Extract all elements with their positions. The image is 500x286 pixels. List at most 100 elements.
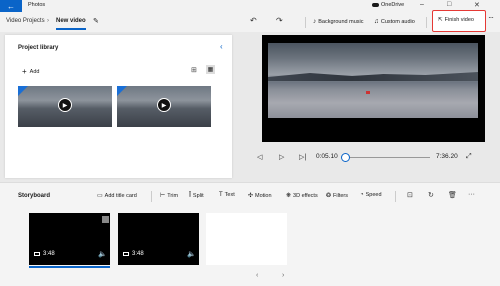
preview-landscape [268,72,478,81]
redo-icon[interactable]: ↷ [276,16,283,25]
clip-duration: 3:48 [123,251,144,257]
play-icon[interactable]: ▷ [279,153,284,161]
project-library-title: Project library [18,45,59,51]
scroll-right-icon[interactable]: › [282,272,284,279]
storyboard-title: Storyboard [18,193,51,199]
toolbar-divider [305,17,306,28]
text-icon: T [219,192,223,198]
breadcrumb-active-indicator [56,28,86,30]
previous-frame-icon[interactable]: ◁ [257,153,262,161]
export-icon: ⇱ [438,17,443,23]
split-button[interactable]: ⫿ Split [189,192,204,199]
video-thumbnail: ▶ [18,86,112,127]
delete-icon[interactable]: 🗑 [448,191,457,199]
title-card-icon: ▭ [97,193,103,199]
trim-label: Trim [167,192,179,199]
speed-icon: ◔ [360,192,364,198]
cloud-icon [372,3,379,7]
finish-video-button[interactable]: ⇱ Finish video [432,10,486,32]
clip-select-checkbox[interactable] [102,216,109,223]
clip-selected-indicator [29,266,110,268]
seek-handle[interactable] [341,153,351,162]
motion-button[interactable]: ✣ Motion [248,192,272,200]
more-options-icon[interactable]: ··· [488,13,494,22]
add-title-card-button[interactable]: ▭ Add title card [97,192,137,200]
next-frame-icon[interactable]: ▷| [299,153,306,161]
split-icon: ⫿ [189,192,191,198]
grid-view-icon[interactable]: ⊞ [191,66,197,74]
clip-duration: 3:48 [34,251,55,257]
toolbar-divider [426,17,427,28]
preview-boat [366,91,370,94]
speed-button[interactable]: ◔ Speed [360,192,382,198]
library-media-item[interactable]: ▶ [117,86,211,127]
storyboard-clip[interactable]: 3:48 🔈 [29,213,110,265]
filters-icon: ❂ [326,193,332,199]
motion-label: Motion [255,192,272,199]
trim-button[interactable]: ⊢ Trim [160,192,179,200]
breadcrumb-video-projects[interactable]: Video Projects [6,18,45,24]
background-music-button[interactable]: ♪ Background music [313,18,364,25]
current-time: 0:05.10 [316,153,338,160]
large-thumbnail-view-icon[interactable]: ▦ [206,65,215,74]
3d-effects-label: 3D effects [293,192,318,199]
storyboard-clip[interactable]: 3:48 🔈 [118,213,199,265]
scroll-left-icon[interactable]: ‹ [256,272,258,279]
back-button[interactable]: ← [0,0,22,12]
seek-bar[interactable] [345,157,430,158]
rotate-icon[interactable]: ↻ [428,191,434,199]
text-button[interactable]: T Text [219,192,235,198]
app-title: Photos [28,2,46,8]
library-media-item[interactable]: ▶ [18,86,112,127]
in-use-marker [18,86,28,96]
filters-button[interactable]: ❂ Filters [326,192,349,200]
video-thumbnail: ▶ [117,86,211,127]
motion-icon: ✣ [248,193,254,199]
more-options-icon[interactable]: ··· [468,191,475,198]
back-arrow-icon: ← [7,1,15,11]
custom-audio-button[interactable]: ♫ Custom audio [374,18,415,25]
filters-label: Filters [333,192,349,199]
split-label: Split [192,192,204,199]
speed-label: Speed [365,192,382,198]
storyboard-divider [395,191,396,202]
play-icon[interactable]: ▶ [157,98,171,112]
volume-icon[interactable]: 🔈 [98,250,107,258]
music-note-icon: ♪ [313,18,317,25]
undo-icon[interactable]: ↶ [250,16,257,25]
onedrive-label: OneDrive [381,2,405,8]
remove-black-bars-icon[interactable]: ⊡ [407,191,413,199]
add-title-card-label: Add title card [104,192,137,199]
minimize-button[interactable]: – [420,1,424,8]
finish-video-label: Finish video [444,17,474,23]
preview-frame [268,43,478,118]
fullscreen-icon[interactable]: ⤢ [466,153,472,161]
3d-effects-icon: ❋ [286,193,292,199]
monitor-icon [123,252,129,256]
toolbar: Video Projects › New video ✎ ↶ ↷ ♪ Backg… [0,12,500,32]
in-use-marker [117,86,127,96]
storyboard-divider [151,191,152,202]
onedrive-status[interactable]: OneDrive [372,2,404,8]
clip-duration-label: 3:48 [132,251,144,257]
breadcrumb-new-video: New video [56,18,86,24]
play-icon[interactable]: ▶ [58,98,72,112]
collapse-chevron-icon[interactable]: ‹ [220,42,223,51]
storyboard-empty-slot[interactable] [206,213,287,265]
rename-pencil-icon[interactable]: ✎ [93,17,99,25]
close-button[interactable]: ✕ [474,1,480,9]
volume-icon[interactable]: 🔈 [187,250,196,258]
maximize-button[interactable]: □ [447,1,451,8]
storyboard-panel: Storyboard ▭ Add title card ⊢ Trim ⫿ Spl… [0,182,500,286]
audio-icon: ♫ [374,18,379,25]
plus-icon: + [22,67,27,76]
total-time: 7:36.20 [436,153,458,160]
text-label: Text [224,192,235,198]
add-label: Add [29,68,40,75]
breadcrumb-separator: › [47,18,49,24]
3d-effects-button[interactable]: ❋ 3D effects [286,192,318,200]
trim-icon: ⊢ [160,193,166,199]
add-media-button[interactable]: + Add [22,67,39,76]
monitor-icon [34,252,40,256]
clip-duration-label: 3:48 [43,251,55,257]
